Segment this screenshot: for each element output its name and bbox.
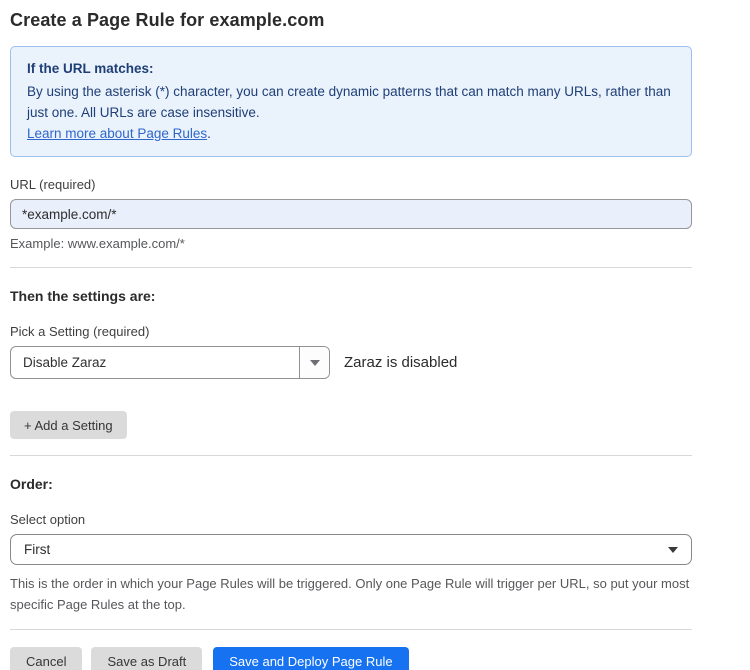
chevron-down-icon: [310, 360, 320, 366]
learn-more-link[interactable]: Learn more about Page Rules: [27, 126, 207, 141]
create-page-rule-form: Create a Page Rule for example.com If th…: [0, 0, 750, 670]
divider: [10, 267, 692, 268]
divider: [10, 455, 692, 456]
info-box-body-text: By using the asterisk (*) character, you…: [27, 84, 671, 120]
divider: [10, 629, 692, 630]
settings-section-heading: Then the settings are:: [10, 288, 692, 304]
link-suffix: .: [207, 126, 211, 141]
page-title: Create a Page Rule for example.com: [10, 10, 692, 31]
order-section-heading: Order:: [10, 476, 692, 492]
form-actions: Cancel Save as Draft Save and Deploy Pag…: [10, 647, 692, 670]
setting-status-text: Zaraz is disabled: [344, 354, 457, 371]
order-select-value: First: [24, 542, 50, 557]
order-help-text: This is the order in which your Page Rul…: [10, 573, 692, 615]
order-select[interactable]: First: [10, 534, 692, 565]
url-match-info-box: If the URL matches: By using the asteris…: [10, 46, 692, 157]
cancel-button[interactable]: Cancel: [10, 647, 82, 670]
url-example-hint: Example: www.example.com/*: [10, 236, 692, 251]
save-as-draft-button[interactable]: Save as Draft: [91, 647, 202, 670]
info-box-body: By using the asterisk (*) character, you…: [27, 81, 675, 144]
info-box-heading: If the URL matches:: [27, 58, 675, 79]
url-field-label: URL (required): [10, 177, 692, 192]
add-setting-button[interactable]: + Add a Setting: [10, 411, 127, 439]
chevron-down-icon: [668, 547, 678, 553]
setting-select[interactable]: Disable Zaraz: [10, 346, 330, 379]
url-input[interactable]: [10, 199, 692, 229]
setting-select-arrow-button[interactable]: [299, 347, 329, 378]
save-and-deploy-button[interactable]: Save and Deploy Page Rule: [213, 647, 408, 670]
pick-setting-label: Pick a Setting (required): [10, 324, 692, 339]
order-select-label: Select option: [10, 512, 692, 527]
setting-row: Disable Zaraz Zaraz is disabled: [10, 346, 692, 379]
setting-select-value: Disable Zaraz: [11, 347, 299, 378]
